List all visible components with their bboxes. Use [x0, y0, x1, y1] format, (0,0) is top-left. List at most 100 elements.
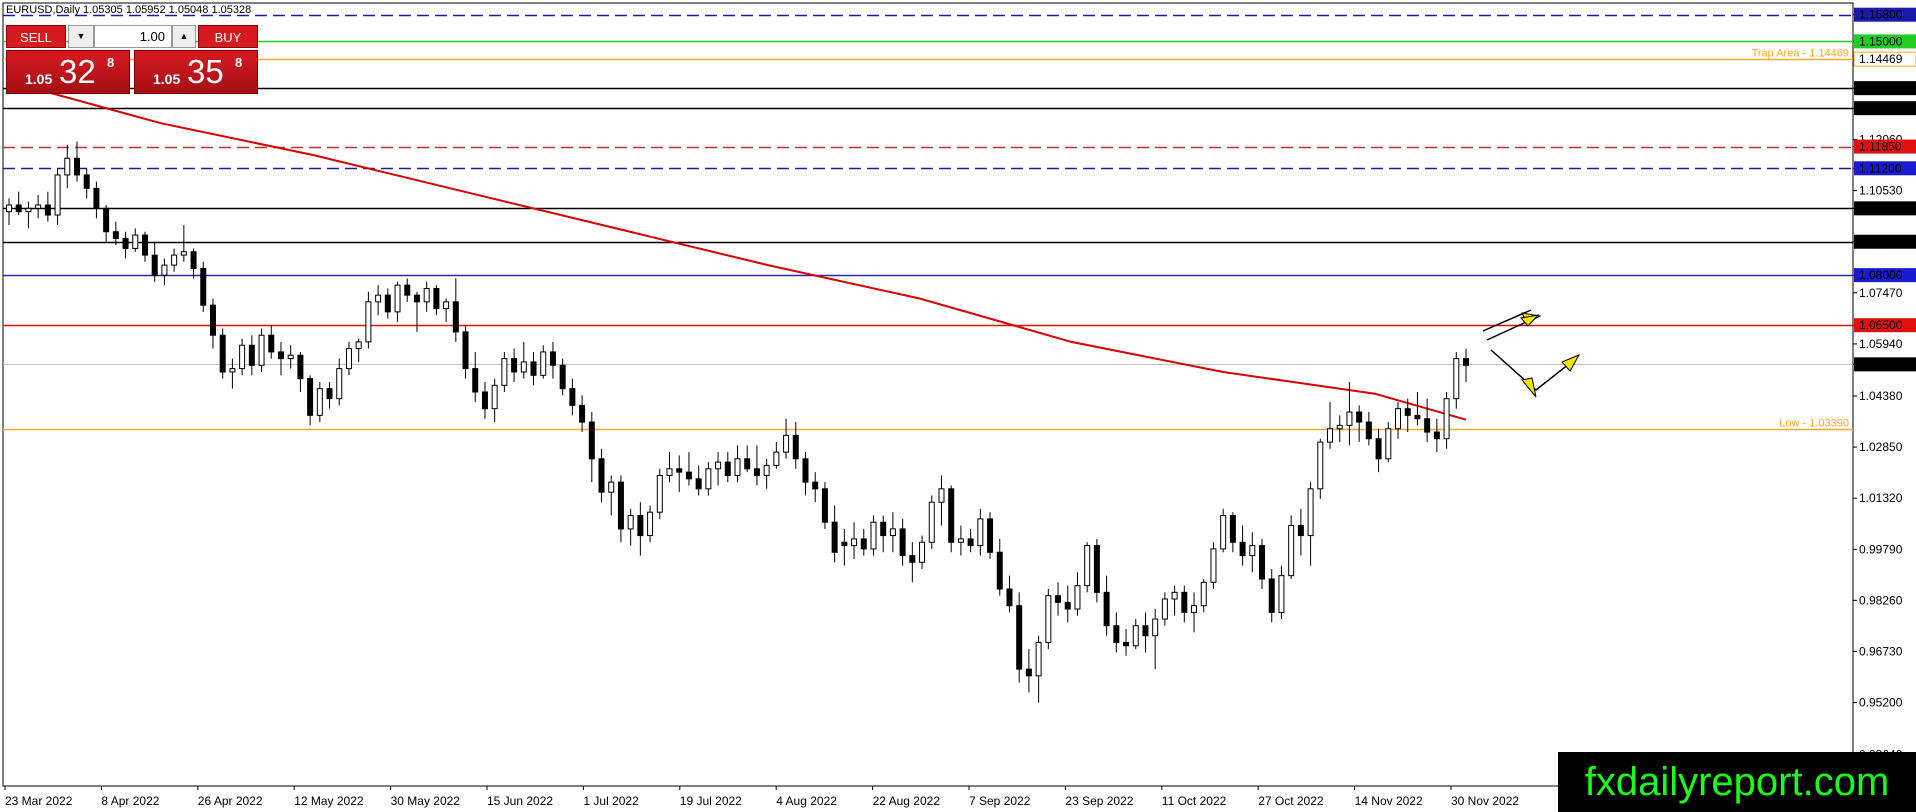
candle-body [239, 344, 246, 370]
y-tick-label: 1.09000 [1859, 235, 1903, 249]
candle-body [967, 538, 974, 547]
y-tick-label: 1.11850 [1859, 140, 1902, 154]
y-tick-label: 0.96730 [1859, 644, 1903, 658]
candle [1093, 538, 1100, 603]
candle [1064, 585, 1071, 623]
candle [1249, 532, 1256, 573]
candle [171, 248, 178, 272]
candle-body [520, 361, 527, 373]
candle [1152, 609, 1159, 670]
candle-body [1443, 398, 1450, 440]
candle [773, 442, 780, 469]
candle-body [180, 251, 187, 256]
candle-body [957, 538, 964, 543]
candle [1200, 578, 1207, 613]
candle-body [1191, 605, 1198, 613]
candle [841, 528, 848, 566]
candle-body [948, 488, 955, 543]
candle [870, 515, 877, 556]
candle [1327, 402, 1334, 449]
candle-body [35, 204, 42, 209]
candle-body [1123, 641, 1130, 647]
candle-body [1064, 601, 1071, 610]
candle [132, 228, 139, 252]
candle [481, 381, 488, 419]
y-tick-label: 1.11200 [1859, 161, 1902, 175]
candle-body [1142, 625, 1149, 637]
candle [297, 351, 304, 392]
buy-button[interactable]: BUY [198, 25, 258, 48]
candle-body [1395, 408, 1402, 430]
candle-body [608, 481, 615, 493]
candle-body [1055, 595, 1062, 603]
candle [15, 191, 22, 216]
candle [802, 452, 809, 496]
candle [734, 445, 741, 483]
candle-body [987, 518, 994, 553]
candle [695, 465, 702, 496]
candle-body [802, 458, 809, 483]
x-tick-label: 19 Jul 2022 [680, 794, 742, 808]
candle-body [889, 528, 896, 537]
candle-body [919, 541, 926, 563]
y-tick-label: 1.07470 [1859, 286, 1903, 300]
candle [452, 278, 459, 342]
candle [1297, 508, 1304, 556]
buy-price-button[interactable]: 1.05 35 8 [134, 50, 258, 94]
candle-body [336, 368, 343, 400]
x-tick-label: 4 Aug 2022 [776, 794, 837, 808]
y-tick-label: 1.04380 [1859, 389, 1903, 403]
candle-body [656, 474, 663, 513]
candle [1259, 538, 1266, 589]
candle [1424, 398, 1431, 443]
lot-size-input[interactable]: 1.00 [94, 25, 172, 48]
candle [977, 508, 984, 556]
candle-body [452, 301, 459, 333]
candle [1132, 619, 1139, 650]
candle [715, 452, 722, 486]
candles-layer [6, 141, 1469, 703]
candle [277, 341, 284, 376]
candle-body [1239, 541, 1246, 557]
candle [685, 452, 692, 486]
candle-body [627, 515, 634, 530]
lot-decrease-button[interactable]: ▼ [68, 25, 94, 48]
candle [899, 518, 906, 566]
candle-body [1365, 421, 1372, 440]
sell-price-button[interactable]: 1.05 32 8 [6, 50, 130, 94]
y-tick-label: 1.10530 [1859, 184, 1903, 198]
candle [957, 525, 964, 556]
candle-body [443, 301, 450, 310]
candle-body [1200, 581, 1207, 607]
candle [462, 325, 469, 379]
candle-body [763, 464, 770, 476]
lot-increase-button[interactable]: ▲ [172, 25, 196, 48]
candle [1113, 612, 1120, 653]
buy-price-small: 1.05 [153, 71, 181, 87]
candle-body [132, 234, 139, 249]
candle-body [637, 515, 644, 537]
candle [83, 168, 90, 199]
candle-body [1016, 605, 1023, 670]
candle [948, 485, 955, 553]
candle-body [1035, 641, 1042, 677]
candle-body [724, 461, 731, 476]
candle [1006, 575, 1013, 613]
candle [423, 281, 430, 312]
candle [637, 502, 644, 556]
candle-body [1433, 431, 1440, 440]
x-tick-label: 14 Nov 2022 [1355, 794, 1423, 808]
sell-button[interactable]: SELL [6, 25, 66, 48]
candle-body [161, 264, 168, 276]
level-annotation-12: Low - 1.03390 [1779, 418, 1849, 430]
buy-price-big: 35 [187, 53, 224, 90]
x-tick-label: 8 Apr 2022 [101, 794, 159, 808]
candle-body [1132, 625, 1139, 647]
arrow-down-head [1521, 377, 1537, 398]
candle [724, 452, 731, 483]
candle [345, 341, 352, 376]
candle [1365, 412, 1372, 446]
candle-body [1307, 488, 1314, 537]
candle-body [1336, 424, 1343, 430]
candle-body [54, 174, 61, 216]
